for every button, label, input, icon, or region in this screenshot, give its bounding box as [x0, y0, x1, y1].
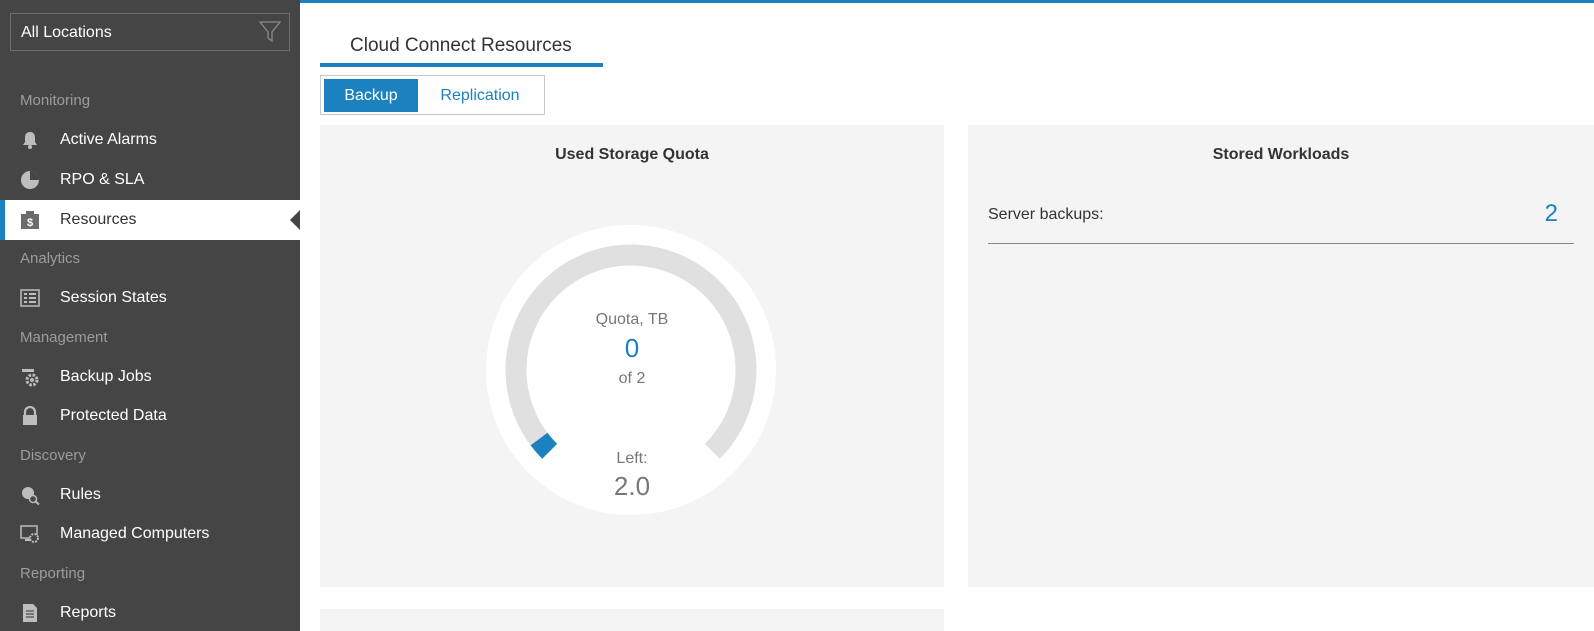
sidebar-item-active-alarms[interactable]: Active Alarms [0, 120, 300, 160]
secondary-panel [320, 609, 944, 631]
top-accent-bar [300, 0, 1594, 3]
stored-workloads-panel: Stored Workloads Server backups: 2 [968, 125, 1594, 587]
filter-icon[interactable] [259, 21, 281, 43]
tab-cloud-connect-resources[interactable]: Cloud Connect Resources [320, 33, 603, 67]
report-icon [23, 604, 37, 622]
gauge-left-value: 2.0 [613, 471, 651, 501]
location-filter-dropdown[interactable]: All Locations [10, 13, 290, 51]
sidebar-item-label: RPO & SLA [60, 171, 145, 188]
sidebar-item-managed-computers[interactable]: Managed Computers [0, 514, 300, 554]
rules-search-icon [22, 487, 40, 505]
section-management: Management [20, 329, 108, 346]
sidebar-item-label: Session States [60, 289, 167, 306]
lock-icon [23, 406, 37, 425]
sidebar-item-label: Rules [60, 486, 101, 503]
gauge-used-value: 0 [624, 333, 640, 363]
sidebar-item-rpo-sla[interactable]: RPO & SLA [0, 160, 300, 200]
server-backups-label: Server backups: [988, 206, 1104, 223]
server-backups-value[interactable]: 2 [1545, 200, 1558, 228]
sidebar-item-label: Managed Computers [60, 525, 210, 542]
replication-button[interactable]: Replication [418, 79, 542, 112]
gauge-left-label: Left: [616, 450, 648, 467]
sidebar: All Locations Monitoring Active Alarms R… [0, 0, 300, 631]
sidebar-item-resources[interactable]: $ Resources [0, 200, 300, 240]
sidebar-item-label: Reports [60, 604, 117, 621]
sidebar-item-label: Active Alarms [60, 131, 157, 148]
gauge-label: Quota, TB [595, 311, 669, 328]
pie-chart-icon [21, 171, 39, 189]
sidebar-item-protected-data[interactable]: Protected Data [0, 396, 300, 436]
section-analytics: Analytics [20, 250, 81, 267]
session-grid-icon [20, 289, 40, 307]
backup-replication-toggle: Backup Replication [320, 75, 545, 115]
used-storage-quota-panel: Used Storage Quota Quota, TB 0 of 2 Left… [320, 125, 944, 587]
gauge-total-text: of 2 [618, 370, 646, 387]
sidebar-item-label: Backup Jobs [60, 368, 152, 385]
svg-text:$: $ [27, 217, 33, 229]
panel-title: Used Storage Quota [555, 146, 709, 163]
sidebar-item-label: Protected Data [60, 407, 167, 424]
section-reporting: Reporting [20, 565, 86, 582]
sidebar-item-session-states[interactable]: Session States [0, 278, 300, 318]
gear-icon [22, 369, 39, 387]
backup-button[interactable]: Backup [324, 79, 418, 112]
panel-title: Stored Workloads [1212, 146, 1350, 163]
divider [988, 243, 1574, 244]
sidebar-item-rules[interactable]: Rules [0, 475, 300, 515]
location-filter-value: All Locations [21, 24, 112, 41]
sidebar-item-backup-jobs[interactable]: Backup Jobs [0, 357, 300, 397]
bell-icon [23, 132, 37, 149]
resources-icon: $ [21, 211, 39, 229]
sidebar-item-reports[interactable]: Reports [0, 593, 300, 631]
section-monitoring: Monitoring [20, 92, 91, 109]
managed-computer-icon [20, 525, 39, 543]
section-discovery: Discovery [20, 447, 86, 464]
sidebar-item-label: Resources [60, 211, 137, 228]
